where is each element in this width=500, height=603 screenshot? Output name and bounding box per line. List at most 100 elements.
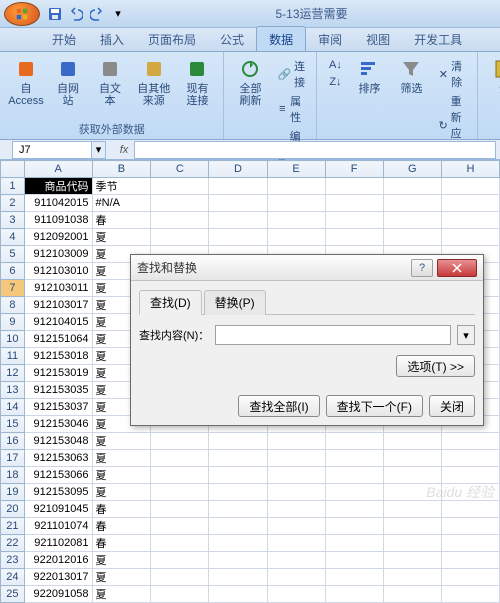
cell[interactable] xyxy=(383,467,441,484)
ext-data-1[interactable]: 自网站 xyxy=(48,55,88,119)
cell[interactable]: 911091038 xyxy=(24,212,92,229)
cell[interactable] xyxy=(325,178,383,195)
cell[interactable] xyxy=(209,552,267,569)
cell[interactable]: 912153063 xyxy=(24,450,92,467)
cell[interactable] xyxy=(209,433,267,450)
cell[interactable] xyxy=(209,535,267,552)
cell[interactable] xyxy=(267,229,325,246)
cell[interactable]: 912153037 xyxy=(24,399,92,416)
tab-视图[interactable]: 视图 xyxy=(354,27,402,51)
cell[interactable] xyxy=(267,552,325,569)
cell[interactable]: 922013017 xyxy=(24,569,92,586)
cell[interactable] xyxy=(383,450,441,467)
cell[interactable] xyxy=(383,178,441,195)
cell[interactable] xyxy=(151,501,209,518)
cell[interactable] xyxy=(267,518,325,535)
col-header[interactable]: D xyxy=(209,161,267,178)
row-header[interactable]: 19 xyxy=(1,484,25,501)
cell[interactable]: 夏 xyxy=(92,450,151,467)
cell[interactable]: 912153018 xyxy=(24,348,92,365)
cell[interactable] xyxy=(325,450,383,467)
cell[interactable] xyxy=(267,195,325,212)
row-header[interactable]: 8 xyxy=(1,297,25,314)
cell[interactable] xyxy=(325,518,383,535)
row-header[interactable]: 23 xyxy=(1,552,25,569)
row-header[interactable]: 18 xyxy=(1,467,25,484)
cell[interactable] xyxy=(325,569,383,586)
row-header[interactable]: 22 xyxy=(1,535,25,552)
cell[interactable]: 921101074 xyxy=(24,518,92,535)
cell[interactable] xyxy=(151,484,209,501)
cell[interactable] xyxy=(441,212,499,229)
conn-row-0[interactable]: 🔗连接 xyxy=(274,57,308,91)
cell[interactable] xyxy=(325,586,383,603)
redo-icon[interactable] xyxy=(88,5,106,23)
cell[interactable] xyxy=(209,501,267,518)
cell[interactable] xyxy=(383,433,441,450)
dialog-title-bar[interactable]: 查找和替换 ? xyxy=(131,255,483,281)
find-next-button[interactable]: 查找下一个(F) xyxy=(326,395,423,417)
cell[interactable]: 912103009 xyxy=(24,246,92,263)
cell[interactable] xyxy=(325,535,383,552)
cell[interactable]: 922091058 xyxy=(24,586,92,603)
options-button[interactable]: 选项(T) >> xyxy=(396,355,475,377)
cell[interactable] xyxy=(441,586,499,603)
cell[interactable]: 夏 xyxy=(92,467,151,484)
cell[interactable]: 912103011 xyxy=(24,280,92,297)
cell[interactable]: 春 xyxy=(92,535,151,552)
sort-asc-button[interactable]: A↓ xyxy=(325,57,345,73)
row-header[interactable]: 11 xyxy=(1,348,25,365)
cell[interactable] xyxy=(325,501,383,518)
name-box-dropdown[interactable]: ▾ xyxy=(92,141,106,159)
cell[interactable]: 912103017 xyxy=(24,297,92,314)
row-header[interactable]: 2 xyxy=(1,195,25,212)
cell[interactable]: 912153048 xyxy=(24,433,92,450)
row-header[interactable]: 12 xyxy=(1,365,25,382)
undo-icon[interactable] xyxy=(67,5,85,23)
close-button[interactable]: 关闭 xyxy=(429,395,475,417)
row-header[interactable]: 5 xyxy=(1,246,25,263)
fx-icon[interactable]: fx xyxy=(114,142,134,158)
cell[interactable]: 春 xyxy=(92,518,151,535)
cell[interactable] xyxy=(441,467,499,484)
cell[interactable]: 夏 xyxy=(92,229,151,246)
cell[interactable]: 921102081 xyxy=(24,535,92,552)
cell[interactable] xyxy=(209,212,267,229)
cell[interactable]: 夏 xyxy=(92,433,151,450)
cell[interactable] xyxy=(441,229,499,246)
cell[interactable] xyxy=(151,195,209,212)
row-header[interactable]: 1 xyxy=(1,178,25,195)
cell[interactable] xyxy=(383,229,441,246)
tab-页面布局[interactable]: 页面布局 xyxy=(136,27,208,51)
tab-replace[interactable]: 替换(P) xyxy=(204,290,266,315)
cell[interactable] xyxy=(209,484,267,501)
cell[interactable] xyxy=(151,586,209,603)
col-header[interactable]: E xyxy=(267,161,325,178)
filter-row-0[interactable]: ✕清除 xyxy=(435,57,469,91)
cell[interactable] xyxy=(151,433,209,450)
col-header[interactable]: H xyxy=(441,161,499,178)
cell[interactable] xyxy=(151,518,209,535)
row-header[interactable]: 9 xyxy=(1,314,25,331)
find-dropdown[interactable]: ▾ xyxy=(457,325,475,345)
tab-插入[interactable]: 插入 xyxy=(88,27,136,51)
cell[interactable]: 922012016 xyxy=(24,552,92,569)
row-header[interactable]: 14 xyxy=(1,399,25,416)
cell[interactable]: 912153066 xyxy=(24,467,92,484)
text-to-columns-button[interactable]: 分 xyxy=(484,55,500,135)
cell[interactable] xyxy=(209,229,267,246)
row-header[interactable]: 20 xyxy=(1,501,25,518)
qat-customize-icon[interactable]: ▾ xyxy=(109,5,127,23)
cell[interactable] xyxy=(441,501,499,518)
cell[interactable]: 季节 xyxy=(92,178,151,195)
cell[interactable] xyxy=(325,433,383,450)
cell[interactable] xyxy=(325,467,383,484)
cell[interactable]: 912103010 xyxy=(24,263,92,280)
cell[interactable] xyxy=(441,433,499,450)
row-header[interactable]: 4 xyxy=(1,229,25,246)
row-header[interactable]: 3 xyxy=(1,212,25,229)
cell[interactable]: 夏 xyxy=(92,586,151,603)
cell[interactable]: 912151064 xyxy=(24,331,92,348)
cell[interactable] xyxy=(267,569,325,586)
cell[interactable]: 912153019 xyxy=(24,365,92,382)
